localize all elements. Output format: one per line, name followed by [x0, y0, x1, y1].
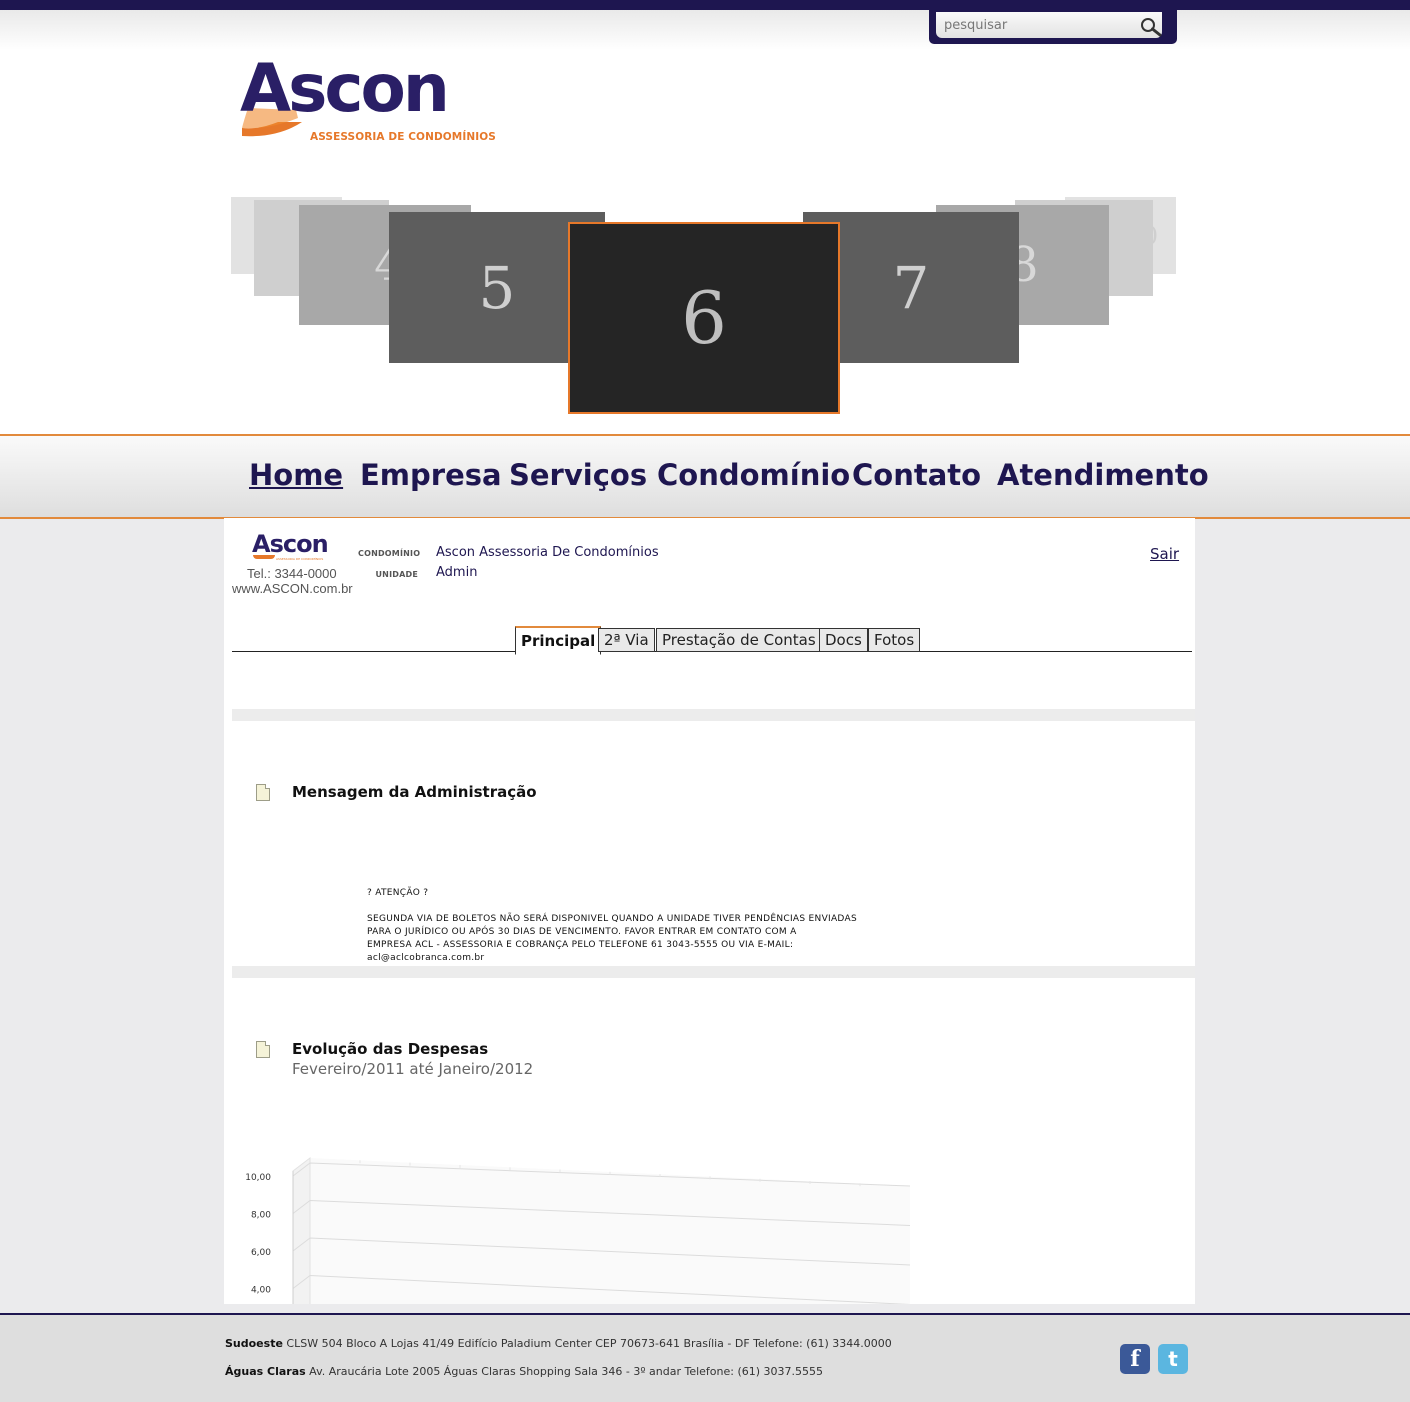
footer-text: CLSW 504 Bloco A Lojas 41/49 Edifício Pa… [282, 1337, 892, 1350]
nav-empresa[interactable]: Empresa [360, 458, 502, 492]
document-icon [256, 1041, 270, 1058]
section-divider [232, 709, 1195, 721]
main-panel: Ascon ASSESSORIA DE CONDOMÍNIOS Tel.: 33… [224, 518, 1195, 1304]
message-line: PARA O JURÍDICO OU APÓS 30 DIAS DE VENCI… [367, 927, 797, 937]
message-title: Mensagem da Administração [292, 783, 537, 801]
footer-text: Av. Araucária Lote 2005 Águas Claras Sho… [305, 1365, 824, 1378]
slide-number: 6 [681, 276, 727, 360]
tab-fotos[interactable]: Fotos [868, 628, 921, 652]
chart-grid [292, 1156, 911, 1304]
facebook-icon[interactable]: f [1120, 1344, 1150, 1374]
mini-logo-tagline: ASSESSORIA DE CONDOMÍNIOS [276, 557, 324, 561]
chart-y-tick-label: 10,00 [245, 1173, 271, 1183]
phone-number: Tel.: 3344-0000 [247, 566, 337, 581]
carousel-slide-active[interactable]: 6 [568, 222, 840, 414]
mini-logo: Ascon ASSESSORIA DE CONDOMÍNIOS [252, 530, 332, 566]
slide-number: 5 [478, 253, 516, 322]
chart-y-tick-label: 4,00 [251, 1286, 271, 1296]
mini-logo-swoosh [253, 555, 275, 559]
tab-principal[interactable]: Principal [515, 626, 602, 655]
section-divider [232, 966, 1195, 978]
condominio-value: Ascon Assessoria De Condomínios [436, 545, 659, 560]
document-icon [256, 784, 270, 801]
logout-link[interactable]: Sair [1150, 545, 1179, 563]
nav-contato[interactable]: Contato [852, 458, 981, 492]
message-heading: ? ATENÇÃO ? [367, 888, 429, 898]
slide-number: 7 [892, 253, 930, 322]
footer-address-sudoeste: Sudoeste CLSW 504 Bloco A Lojas 41/49 Ed… [225, 1337, 892, 1350]
chart-y-tick-label: 8,00 [251, 1211, 271, 1221]
message-line: acl@aclcobranca.com.br [367, 953, 485, 963]
expenses-period: Fevereiro/2011 até Janeiro/2012 [292, 1060, 534, 1078]
nav-condominio[interactable]: Condomínio [657, 458, 850, 492]
expenses-chart: 10,00 8,00 6,00 4,00 [245, 1156, 911, 1304]
image-carousel: 2 10 3 9 4 8 5 7 6 [0, 0, 1410, 435]
footer-label: Águas Claras [225, 1365, 306, 1378]
message-line: SEGUNDA VIA DE BOLETOS NÃO SERÁ DISPONIV… [367, 914, 857, 924]
tab-prestacao-de-contas[interactable]: Prestação de Contas [656, 628, 822, 652]
website: www.ASCON.com.br [232, 581, 353, 596]
mini-logo-wordmark: Ascon [252, 530, 329, 558]
condominio-label: CONDOMÍNIO [358, 549, 421, 558]
site-footer: Sudoeste CLSW 504 Bloco A Lojas 41/49 Ed… [0, 1313, 1410, 1402]
unidade-value: Admin [436, 565, 478, 580]
footer-label: Sudoeste [225, 1337, 283, 1350]
expenses-title: Evolução das Despesas [292, 1040, 489, 1058]
nav-atendimento[interactable]: Atendimento [997, 458, 1209, 492]
message-line: EMPRESA ACL - ASSESSORIA E COBRANÇA PELO… [367, 940, 794, 950]
chart-plot-area [310, 1158, 910, 1304]
nav-home[interactable]: Home [249, 458, 343, 492]
nav-servicos[interactable]: Serviços [509, 458, 647, 492]
tab-2a-via[interactable]: 2ª Via [598, 628, 655, 652]
footer-address-aguas-claras: Águas Claras Av. Araucária Lote 2005 Águ… [225, 1365, 823, 1378]
twitter-icon[interactable]: t [1158, 1344, 1188, 1374]
chart-y-axis: 10,00 8,00 6,00 4,00 [245, 1173, 271, 1296]
main-nav: Home Empresa Serviços Condomínio Contato… [0, 434, 1410, 519]
tab-docs[interactable]: Docs [819, 628, 868, 652]
chart-y-tick-label: 6,00 [251, 1248, 271, 1258]
unidade-label: UNIDADE [375, 570, 418, 579]
